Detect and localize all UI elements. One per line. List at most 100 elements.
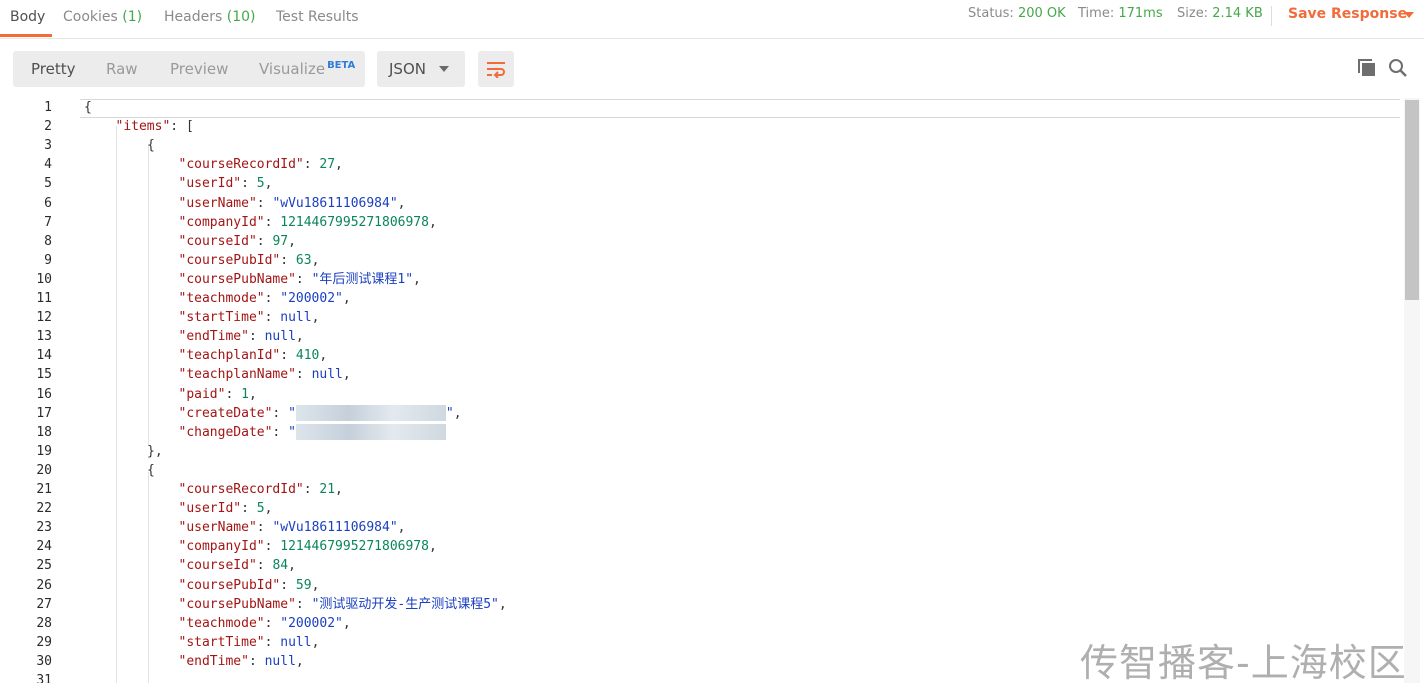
line-number: 3 bbox=[44, 138, 52, 154]
json-punctuation: : [ bbox=[170, 119, 194, 135]
json-number: 410 bbox=[295, 348, 320, 364]
json-punctuation: { bbox=[147, 138, 155, 154]
tab-headers-label: Headers bbox=[164, 9, 223, 25]
line-number: 8 bbox=[44, 233, 52, 249]
code-text: "userId": 5, bbox=[179, 499, 273, 518]
code-text: "userName": "wVu18611106984", bbox=[179, 518, 406, 537]
line-number: 26 bbox=[36, 577, 52, 593]
code-line: 18 "changeDate": " bbox=[0, 423, 1400, 442]
code-text: "items": [ bbox=[116, 117, 194, 136]
json-punctuation: : bbox=[272, 424, 289, 440]
tab-cookies[interactable]: Cookies (1) bbox=[63, 9, 142, 25]
code-line: 2 "items": [ bbox=[0, 117, 1400, 136]
code-line: 11 "teachmode": "200002", bbox=[0, 289, 1400, 308]
wrap-lines-button[interactable] bbox=[478, 51, 514, 87]
code-line: 5 "userId": 5, bbox=[0, 174, 1400, 193]
json-punctuation: , bbox=[311, 310, 320, 326]
code-line: 10 "coursePubName": "年后测试课程1", bbox=[0, 270, 1400, 289]
code-line: 20 { bbox=[0, 461, 1400, 480]
code-text: "coursePubId": 59, bbox=[179, 576, 320, 595]
json-punctuation: : bbox=[280, 577, 296, 593]
json-punctuation: : bbox=[241, 176, 257, 192]
json-punctuation: , bbox=[295, 653, 304, 669]
save-response-button[interactable]: Save Response bbox=[1288, 6, 1407, 22]
json-string: " bbox=[288, 424, 296, 440]
code-line: 6 "userName": "wVu18611106984", bbox=[0, 194, 1400, 213]
code-text: "courseRecordId": 27, bbox=[179, 155, 343, 174]
line-number: 25 bbox=[36, 558, 52, 574]
json-punctuation: , bbox=[342, 615, 351, 631]
code-text: "courseRecordId": 21, bbox=[179, 480, 343, 499]
code-line: 3{ bbox=[0, 136, 1400, 155]
line-number: 30 bbox=[36, 653, 52, 669]
tab-cookies-label: Cookies bbox=[63, 9, 118, 25]
json-punctuation: : bbox=[225, 386, 242, 402]
line-number: 16 bbox=[36, 386, 52, 402]
code-line: 15 "teachplanName": null, bbox=[0, 365, 1400, 384]
copy-icon[interactable] bbox=[1357, 58, 1377, 78]
wrap-lines-icon bbox=[487, 62, 505, 78]
code-line: 19}, bbox=[0, 442, 1400, 461]
tab-body[interactable]: Body bbox=[10, 9, 45, 25]
json-number: 5 bbox=[256, 176, 265, 192]
search-icon[interactable] bbox=[1388, 58, 1408, 78]
code-text: "teachmode": "200002", bbox=[179, 614, 351, 633]
language-select[interactable]: JSON bbox=[377, 51, 465, 87]
size-value: 2.14 KB bbox=[1212, 6, 1263, 21]
code-line: 16 "paid": 1, bbox=[0, 385, 1400, 404]
code-text: "teachmode": "200002", bbox=[179, 289, 351, 308]
json-key: "teachmode" bbox=[178, 615, 265, 631]
tab-test-results-label: Test Results bbox=[276, 9, 359, 25]
scrollbar-thumb[interactable] bbox=[1405, 100, 1419, 300]
line-number: 24 bbox=[36, 539, 52, 555]
json-punctuation: : bbox=[280, 348, 296, 364]
redacted-value bbox=[295, 424, 446, 441]
json-key: "courseRecordId" bbox=[178, 482, 304, 497]
line-number: 4 bbox=[44, 157, 52, 173]
json-key: "changeDate" bbox=[178, 424, 273, 440]
json-punctuation: , bbox=[319, 348, 328, 364]
json-number: 84 bbox=[272, 558, 289, 574]
json-punctuation: : bbox=[295, 596, 312, 612]
response-body-editor[interactable]: 1{2 "items": [3{4 "courseRecordId": 27, 5 "u… bbox=[0, 98, 1424, 683]
json-punctuation: , bbox=[288, 233, 296, 249]
active-tab-indicator bbox=[0, 34, 52, 37]
json-punctuation: , bbox=[264, 176, 273, 192]
line-number: 5 bbox=[44, 176, 52, 192]
code-text: { bbox=[84, 98, 92, 117]
json-punctuation: : bbox=[303, 482, 320, 497]
json-key: "coursePubName" bbox=[178, 271, 296, 287]
size-readout[interactable]: Size: 2.14 KB bbox=[1177, 6, 1263, 21]
tab-test-results[interactable]: Test Results bbox=[276, 9, 359, 25]
json-punctuation: , bbox=[264, 501, 273, 517]
json-punctuation: : bbox=[248, 329, 265, 345]
chevron-down-icon[interactable] bbox=[1404, 12, 1414, 18]
json-punctuation: { bbox=[84, 100, 92, 115]
line-number: 2 bbox=[44, 119, 52, 135]
line-number: 10 bbox=[36, 271, 52, 287]
json-punctuation: { bbox=[147, 462, 155, 478]
tab-headers[interactable]: Headers (10) bbox=[164, 9, 255, 25]
line-number: 18 bbox=[36, 424, 52, 440]
json-punctuation: , bbox=[295, 329, 304, 345]
code-line: 26 "coursePubId": 59, bbox=[0, 576, 1400, 595]
line-number: 29 bbox=[36, 634, 52, 650]
format-visualize-button[interactable]: Visualize BETA bbox=[259, 60, 355, 78]
tab-headers-count: (10) bbox=[226, 9, 256, 25]
json-key: "coursePubName" bbox=[178, 596, 296, 612]
json-number: 1214467995271806978 bbox=[280, 539, 429, 555]
format-pretty-button[interactable]: Pretty bbox=[31, 60, 76, 78]
code-text: "userId": 5, bbox=[179, 174, 273, 193]
json-key: "items" bbox=[115, 119, 171, 135]
json-punctuation: , bbox=[413, 271, 421, 287]
chevron-down-icon bbox=[439, 66, 449, 72]
json-punctuation: : bbox=[264, 291, 281, 306]
code-text: "companyId": 1214467995271806978, bbox=[179, 213, 437, 232]
code-line: 17 "createDate": " ", bbox=[0, 404, 1400, 423]
json-punctuation: , bbox=[342, 291, 351, 306]
format-raw-button[interactable]: Raw bbox=[106, 60, 138, 78]
format-preview-button[interactable]: Preview bbox=[170, 60, 228, 78]
time-value: 171ms bbox=[1118, 6, 1163, 21]
json-key: "companyId" bbox=[178, 214, 265, 230]
json-key: "userName" bbox=[178, 195, 257, 211]
